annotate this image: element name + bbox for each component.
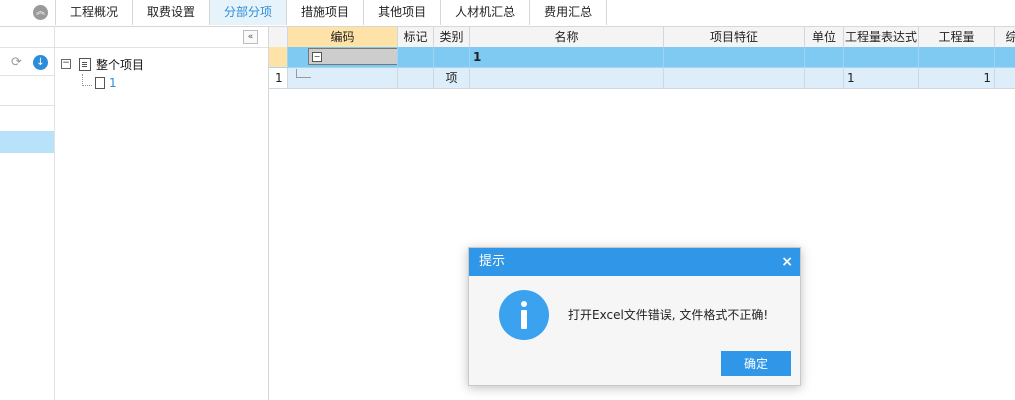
selected-item-highlight[interactable]: [0, 131, 54, 153]
feature-cell[interactable]: [664, 68, 805, 88]
code-cell[interactable]: −: [288, 47, 398, 67]
qty-cell[interactable]: [919, 47, 995, 67]
tree-node-child[interactable]: 1: [109, 76, 117, 90]
tab-3[interactable]: 措施项目: [287, 0, 365, 25]
row-collapse-icon[interactable]: −: [312, 52, 322, 62]
mark-cell[interactable]: [398, 68, 434, 88]
mark-cell[interactable]: [398, 47, 434, 67]
tab-5[interactable]: 人材机汇总: [441, 0, 531, 25]
download-icon[interactable]: ↓: [33, 55, 48, 70]
qty-expr-cell[interactable]: [844, 47, 919, 67]
tab-6[interactable]: 费用汇总: [530, 0, 608, 25]
ok-button[interactable]: 确定: [721, 351, 791, 376]
close-icon[interactable]: ×: [781, 248, 793, 276]
tab-1[interactable]: 取费设置: [133, 0, 211, 25]
name-cell[interactable]: 1: [470, 47, 664, 67]
feature-cell[interactable]: [664, 47, 805, 67]
column-header-qty_expr[interactable]: 工程量表达式: [844, 27, 919, 47]
left-toolbar-panel: ⟳ ↓: [0, 27, 55, 400]
column-header-qty[interactable]: 工程量: [919, 27, 995, 47]
type-cell[interactable]: [434, 47, 470, 67]
name-cell[interactable]: [470, 68, 664, 88]
top-tab-bar: ︽ 工程概况 取费设置 分部分项 措施项目 其他项目 人材机汇总 费用汇总: [0, 0, 1015, 27]
project-icon: [79, 57, 91, 71]
column-header-type[interactable]: 类别: [434, 27, 470, 47]
divider: [0, 75, 54, 76]
code-cell[interactable]: [288, 68, 398, 88]
tree-node-root[interactable]: − 整个项目: [61, 56, 144, 72]
column-header-name[interactable]: 名称: [470, 27, 664, 47]
unit-cell[interactable]: [805, 47, 844, 67]
divider: [0, 105, 54, 106]
dialog-title: 提示: [479, 254, 506, 269]
dialog-message: 打开Excel文件错误, 文件格式不正确!: [568, 308, 769, 322]
row-number-cell: [269, 47, 288, 67]
table-row[interactable]: 1 项 1 1: [269, 68, 1015, 89]
extra-cell[interactable]: [995, 68, 1015, 88]
column-header-rownum[interactable]: [269, 27, 288, 47]
project-tree-panel: « − 整个项目 1: [55, 27, 269, 400]
tree-collapse-icon[interactable]: −: [61, 59, 71, 69]
alert-dialog: 提示 × 打开Excel文件错误, 文件格式不正确! 确定: [468, 247, 801, 386]
qty-cell[interactable]: 1: [919, 68, 995, 88]
chevron-up-icon[interactable]: ︽: [33, 5, 48, 20]
tab-list: 工程概况 取费设置 分部分项 措施项目 其他项目 人材机汇总 费用汇总: [55, 0, 608, 26]
extra-cell[interactable]: [995, 47, 1015, 67]
column-header-code[interactable]: 编码: [288, 27, 398, 47]
qty-expr-cell[interactable]: 1: [844, 68, 919, 88]
type-cell[interactable]: 项: [434, 68, 470, 88]
tab-2[interactable]: 分部分项: [210, 0, 288, 25]
refresh-icon[interactable]: ⟳: [11, 56, 24, 69]
dialog-title-bar[interactable]: 提示 ×: [469, 248, 800, 276]
column-header-unit[interactable]: 单位: [805, 27, 844, 47]
tab-4[interactable]: 其他项目: [364, 0, 442, 25]
column-header-mark[interactable]: 标记: [398, 27, 434, 47]
code-editor-input[interactable]: −: [308, 48, 397, 65]
tree-connector-line: [82, 74, 92, 86]
tree-root-label: 整个项目: [96, 57, 145, 72]
collapse-panel-button[interactable]: «: [243, 30, 258, 44]
tree-panel-header: «: [55, 27, 268, 48]
row-number-cell: 1: [269, 68, 288, 88]
unit-cell[interactable]: [805, 68, 844, 88]
tab-0[interactable]: 工程概况: [55, 0, 134, 25]
table-row[interactable]: − 1: [269, 47, 1015, 68]
file-icon: [95, 77, 105, 89]
grid-header-row: 编码标记类别名称项目特征单位工程量表达式工程量综: [269, 27, 1015, 48]
info-icon: [499, 290, 549, 340]
tree-connector-line: [296, 69, 311, 78]
column-header-feature[interactable]: 项目特征: [664, 27, 805, 47]
left-panel-header: [0, 27, 54, 48]
column-header-extra[interactable]: 综: [995, 27, 1015, 47]
